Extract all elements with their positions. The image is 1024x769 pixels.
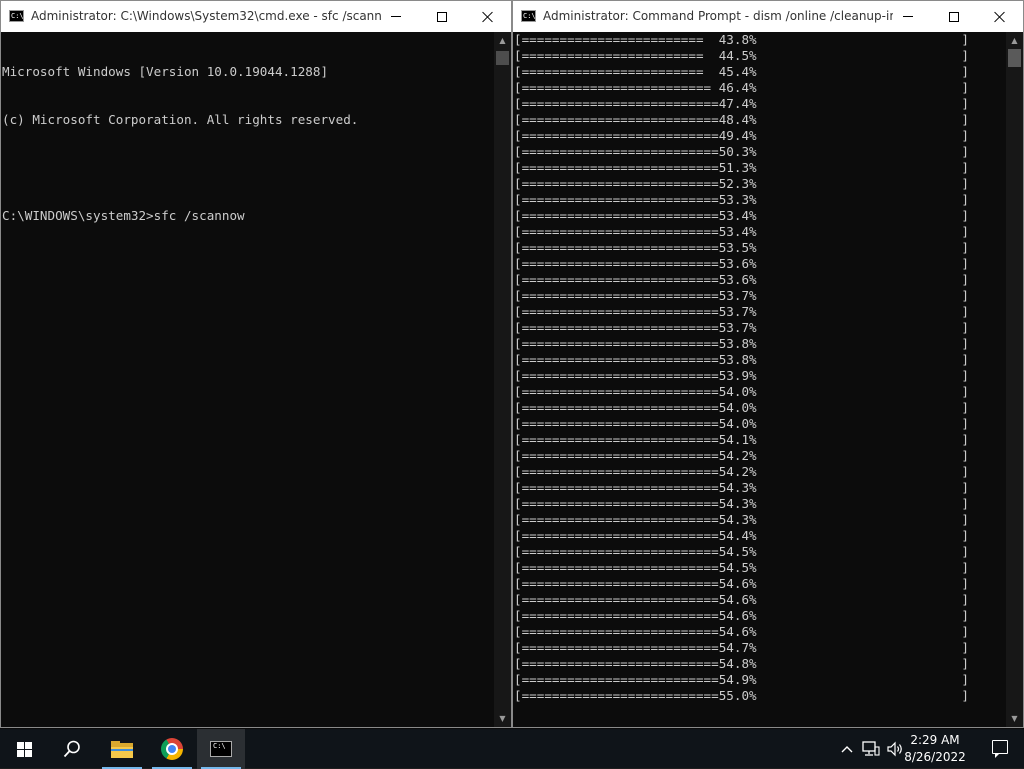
notification-icon[interactable] (992, 740, 1008, 758)
console-line: Microsoft Windows [Version 10.0.19044.12… (2, 64, 329, 79)
progress-line: [==========================54.3% ] (514, 512, 969, 527)
progress-line: [==========================53.7% ] (514, 304, 969, 319)
scroll-up-arrow-icon[interactable]: ▲ (494, 32, 511, 49)
console-output[interactable]: Microsoft Windows [Version 10.0.19044.12… (1, 32, 494, 727)
windows-start-icon (16, 741, 32, 757)
command-prompt-icon: C:\ (210, 741, 232, 757)
minimize-button[interactable] (373, 1, 419, 32)
progress-line: [==========================54.0% ] (514, 384, 969, 399)
progress-line: [==========================54.6% ] (514, 608, 969, 623)
network-icon (862, 741, 880, 756)
maximize-button[interactable] (931, 1, 977, 32)
maximize-button[interactable] (419, 1, 465, 32)
dism-console-window[interactable]: C:\ Administrator: Command Prompt - dism… (512, 0, 1024, 728)
progress-line: [==========================53.6% ] (514, 256, 969, 271)
volume-button[interactable] (884, 729, 906, 769)
scroll-down-arrow-icon[interactable]: ▼ (1006, 710, 1023, 727)
progress-line: [==========================54.1% ] (514, 432, 969, 447)
scroll-up-arrow-icon[interactable]: ▲ (1006, 32, 1023, 49)
vertical-scrollbar[interactable]: ▲ ▼ (1006, 32, 1023, 727)
progress-line: [==========================52.3% ] (514, 176, 969, 191)
window-title: Administrator: C:\Windows\System32\cmd.e… (31, 9, 381, 23)
console-prompt-line: C:\WINDOWS\system32>sfc /scannow (2, 208, 245, 223)
progress-line: [==========================54.4% ] (514, 528, 969, 543)
progress-line: [==========================55.0% ] (514, 688, 969, 703)
progress-line: [==========================54.3% ] (514, 480, 969, 495)
file-explorer-icon (111, 740, 133, 758)
close-button[interactable] (465, 1, 511, 32)
clock[interactable]: 2:29 AM 8/26/2022 (904, 732, 966, 766)
progress-line: [==========================49.4% ] (514, 128, 969, 143)
vertical-scrollbar[interactable]: ▲ ▼ (494, 32, 511, 727)
progress-line: [==========================54.2% ] (514, 448, 969, 463)
progress-line: [==========================53.4% ] (514, 224, 969, 239)
minimize-icon (903, 16, 913, 17)
progress-line: [==========================53.3% ] (514, 192, 969, 207)
cmd-app-icon[interactable]: C:\ (9, 10, 24, 22)
progress-line: [==========================53.7% ] (514, 320, 969, 335)
close-button[interactable] (977, 1, 1023, 32)
progress-line: [==========================53.7% ] (514, 288, 969, 303)
sfc-console-window[interactable]: C:\ Administrator: C:\Windows\System32\c… (0, 0, 512, 728)
progress-line: [==========================54.2% ] (514, 464, 969, 479)
progress-line: [==========================54.0% ] (514, 416, 969, 431)
clock-date: 8/26/2022 (904, 750, 966, 764)
title-bar[interactable]: C:\ Administrator: Command Prompt - dism… (513, 1, 1023, 32)
progress-line: [==========================53.8% ] (514, 352, 969, 367)
maximize-icon (949, 11, 959, 22)
chrome-button[interactable] (148, 729, 196, 769)
start-button[interactable] (0, 729, 48, 769)
progress-line: [==========================53.4% ] (514, 208, 969, 223)
file-explorer-button[interactable] (98, 729, 146, 769)
network-button[interactable] (860, 729, 882, 769)
scrollbar-thumb[interactable] (1008, 49, 1021, 67)
chevron-up-icon (841, 746, 853, 753)
title-bar[interactable]: C:\ Administrator: C:\Windows\System32\c… (1, 1, 511, 32)
progress-line: [==========================47.4% ] (514, 96, 969, 111)
taskbar: C:\ 2:29 AM 8/26/2022 (0, 728, 1024, 769)
window-title: Administrator: Command Prompt - dism /on… (543, 9, 893, 23)
speaker-icon (887, 741, 902, 757)
progress-line: [==========================54.6% ] (514, 576, 969, 591)
progress-line: [======================== 43.8% ] (514, 32, 969, 47)
progress-line: [==========================53.6% ] (514, 272, 969, 287)
progress-line: [======================== 44.5% ] (514, 48, 969, 63)
console-line: (c) Microsoft Corporation. All rights re… (2, 112, 359, 127)
progress-line: [==========================53.9% ] (514, 368, 969, 383)
progress-line: [==========================54.8% ] (514, 656, 969, 671)
search-button[interactable] (48, 729, 96, 769)
cmd-app-icon[interactable]: C:\ (521, 10, 536, 22)
progress-line: [==========================54.6% ] (514, 624, 969, 639)
scrollbar-thumb[interactable] (496, 51, 509, 65)
close-icon (994, 11, 1006, 23)
clock-time: 2:29 AM (910, 733, 960, 747)
progress-line: [==========================50.3% ] (514, 144, 969, 159)
maximize-icon (437, 11, 447, 22)
minimize-icon (391, 16, 401, 17)
show-hidden-icons-button[interactable] (838, 729, 856, 769)
progress-line: [==========================53.5% ] (514, 240, 969, 255)
progress-line: [==========================54.5% ] (514, 544, 969, 559)
search-icon (63, 740, 80, 758)
progress-line: [==========================54.7% ] (514, 640, 969, 655)
progress-line: [==========================54.9% ] (514, 672, 969, 687)
scroll-down-arrow-icon[interactable]: ▼ (494, 710, 511, 727)
progress-line: [==========================54.6% ] (514, 592, 969, 607)
progress-line: [==========================54.0% ] (514, 400, 969, 415)
progress-line: [==========================48.4% ] (514, 112, 969, 127)
close-icon (482, 11, 494, 23)
progress-line: [==========================54.5% ] (514, 560, 969, 575)
progress-line: [========================= 46.4% ] (514, 80, 969, 95)
progress-line: [======================== 45.4% ] (514, 64, 969, 79)
progress-line: [==========================53.8% ] (514, 336, 969, 351)
console-output[interactable]: [======================== 43.8% ] [======… (513, 32, 1006, 727)
command-prompt-taskbar-button[interactable]: C:\ (197, 729, 245, 769)
chrome-icon (161, 738, 183, 760)
progress-line: [==========================51.3% ] (514, 160, 969, 175)
minimize-button[interactable] (885, 1, 931, 32)
progress-line: [==========================54.3% ] (514, 496, 969, 511)
